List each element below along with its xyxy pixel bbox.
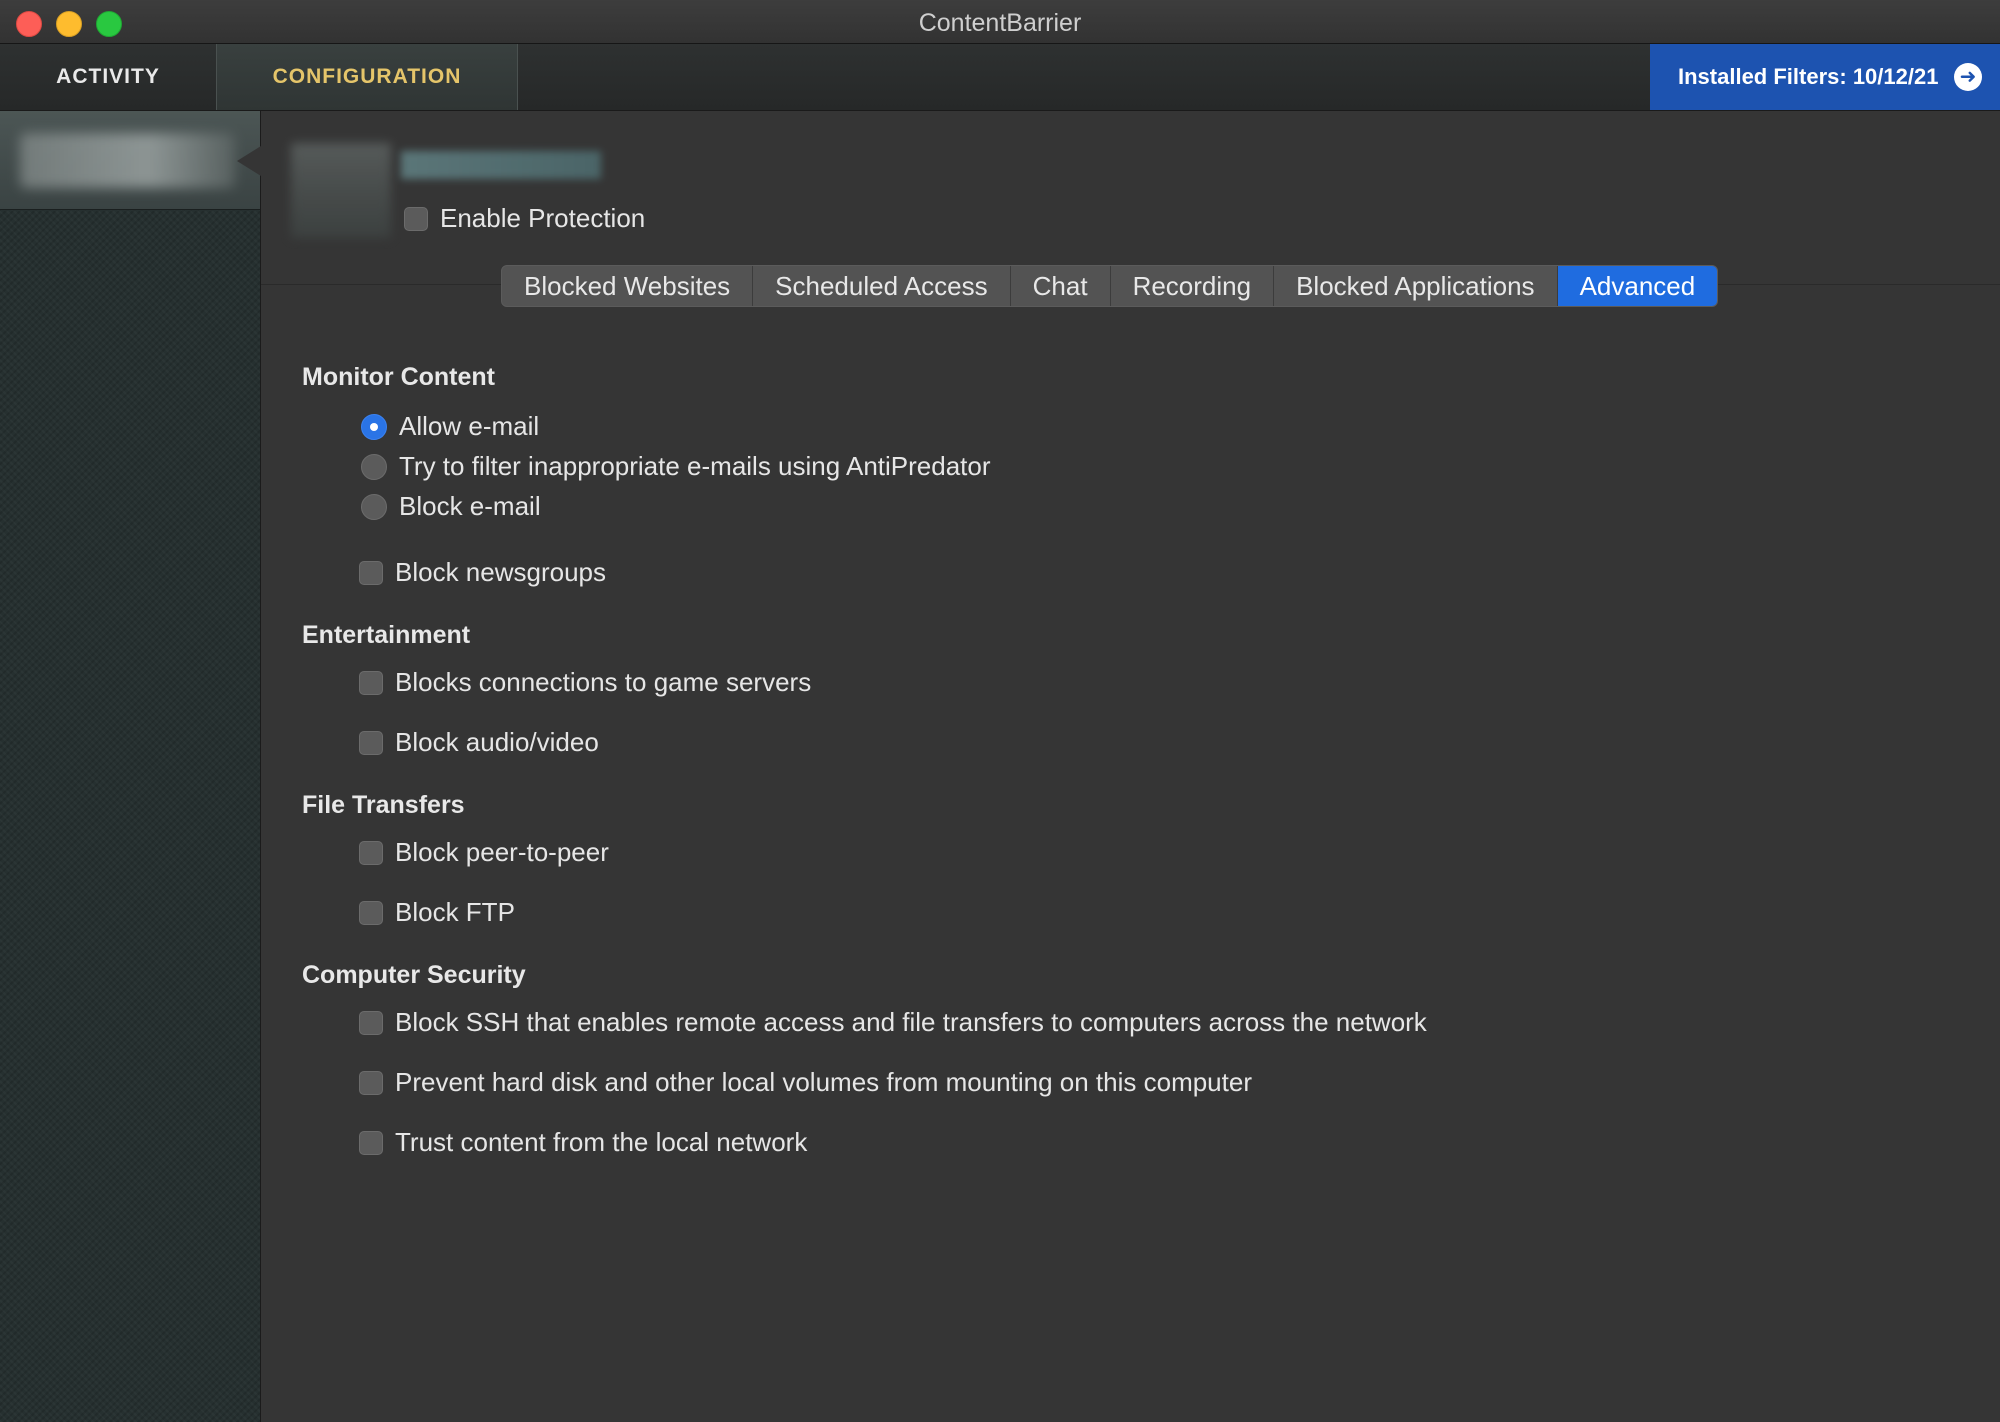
enable-protection-label: Enable Protection [440,203,646,233]
tab-chat[interactable]: Chat [1011,266,1111,306]
trust-local-network-label: Trust content from the local network [395,1127,808,1157]
block-ssh-checkbox[interactable] [359,1010,383,1035]
radio-filter-email[interactable] [361,453,387,480]
radio-allow-email-label: Allow e-mail [399,411,540,441]
app-window: ContentBarrier ACTIVITY CONFIGURATION In… [0,0,2000,1422]
radio-allow-email[interactable] [361,413,387,440]
file-transfers-heading: File Transfers [302,791,465,819]
radio-block-email-row: Block e-mail [361,491,541,522]
block-newsgroups-row: Block newsgroups [359,557,606,588]
installed-filters-button[interactable]: Installed Filters: 10/12/21 ➜ [1650,44,2000,110]
block-audio-video-row: Block audio/video [359,727,599,758]
enable-protection-row: Enable Protection [404,203,645,234]
block-game-servers-row: Blocks connections to game servers [359,667,811,698]
trust-local-network-row: Trust content from the local network [359,1127,807,1158]
block-game-servers-checkbox[interactable] [359,670,383,695]
block-ftp-row: Block FTP [359,897,515,928]
trust-local-network-checkbox[interactable] [359,1130,383,1155]
title-bar: ContentBarrier [0,0,2000,44]
installed-filters-label: Installed Filters: 10/12/21 [1678,64,1939,89]
selection-pointer [237,146,261,176]
prevent-mounting-label: Prevent hard disk and other local volume… [395,1067,1252,1097]
monitor-content-heading: Monitor Content [302,363,496,391]
redacted-user-avatar [291,143,391,238]
prevent-mounting-checkbox[interactable] [359,1070,383,1095]
radio-filter-email-label: Try to filter inappropriate e-mails usin… [399,451,991,481]
block-newsgroups-checkbox[interactable] [359,560,383,585]
radio-block-email[interactable] [361,493,387,520]
tab-recording[interactable]: Recording [1111,266,1275,306]
settings-tabs: Blocked Websites Scheduled Access Chat R… [501,265,1719,307]
configuration-tab[interactable]: CONFIGURATION [216,44,518,110]
redacted-user-name [20,133,235,188]
block-p2p-label: Block peer-to-peer [395,837,609,867]
redacted-user-title [401,151,601,179]
tab-blocked-applications[interactable]: Blocked Applications [1274,266,1558,306]
enable-protection-checkbox[interactable] [404,206,428,231]
prevent-mounting-row: Prevent hard disk and other local volume… [359,1067,1252,1098]
block-newsgroups-label: Block newsgroups [395,557,606,587]
block-audio-video-checkbox[interactable] [359,730,383,755]
block-ssh-label: Block SSH that enables remote access and… [395,1007,1427,1037]
radio-block-email-label: Block e-mail [399,491,541,521]
tab-blocked-websites[interactable]: Blocked Websites [502,266,754,306]
block-p2p-row: Block peer-to-peer [359,837,609,868]
activity-tab[interactable]: ACTIVITY [0,44,216,110]
block-game-servers-label: Blocks connections to game servers [395,667,812,697]
arrow-right-circle-icon: ➜ [1954,63,1982,91]
tab-advanced[interactable]: Advanced [1557,266,1718,306]
block-ftp-checkbox[interactable] [359,900,383,925]
block-p2p-checkbox[interactable] [359,840,383,865]
sidebar-user-item[interactable] [0,111,261,210]
block-audio-video-label: Block audio/video [395,727,599,757]
top-navigation: ACTIVITY CONFIGURATION Installed Filters… [0,44,2000,111]
radio-allow-email-row: Allow e-mail [361,411,539,442]
window-title: ContentBarrier [918,9,1082,37]
block-ftp-label: Block FTP [395,897,515,927]
radio-filter-email-row: Try to filter inappropriate e-mails usin… [361,451,991,482]
configuration-panel: Enable Protection Blocked Websites Sched… [261,111,2000,1422]
tab-scheduled-access[interactable]: Scheduled Access [753,266,1011,306]
block-ssh-row: Block SSH that enables remote access and… [359,1007,1427,1038]
computer-security-heading: Computer Security [302,961,526,989]
entertainment-heading: Entertainment [302,621,471,649]
user-sidebar [0,111,261,1422]
